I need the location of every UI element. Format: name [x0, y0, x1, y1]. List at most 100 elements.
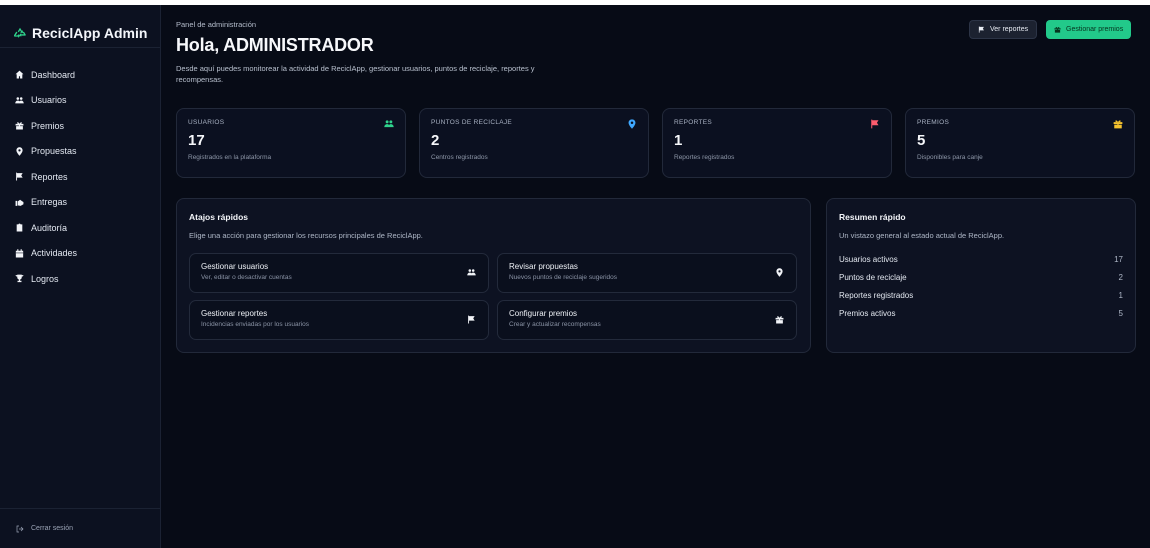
stat-label: USUARIOS	[188, 119, 225, 126]
summary-row: Puntos de reciclaje 2	[839, 268, 1123, 286]
shortcuts-title: Atajos rápidos	[189, 212, 249, 222]
gift-icon	[1054, 26, 1061, 33]
sidebar-item-label: Propuestas	[31, 146, 77, 157]
users-icon	[467, 268, 476, 277]
page-intro: Desde aquí puedes monitorear la activida…	[176, 64, 535, 84]
shortcut-description: Crear y actualizar recompensas	[509, 321, 601, 328]
sidebar-item-propuestas[interactable]: Propuestas	[0, 139, 160, 165]
sidebar-nav: Dashboard Usuarios Premios Propuestas Re…	[0, 48, 160, 292]
shortcut-description: Nuevos puntos de reciclaje sugeridos	[509, 274, 618, 281]
stat-card-premios: PREMIOS 5 Disponibles para canje	[905, 108, 1135, 178]
summary-subtitle: Un vistazo general al estado actual de R…	[839, 231, 1005, 240]
sidebar-item-entregas[interactable]: Entregas	[0, 190, 160, 216]
sidebar: ReciclApp Admin Dashboard Usuarios Premi…	[0, 5, 161, 548]
stat-value: 17	[188, 132, 205, 149]
summary-value: 2	[1118, 272, 1123, 282]
shortcut-title: Revisar propuestas	[509, 262, 578, 271]
map-pin-icon	[14, 147, 24, 156]
flag-icon	[467, 315, 476, 324]
view-reports-label: Ver reportes	[990, 26, 1029, 33]
users-icon	[14, 96, 24, 105]
manage-prizes-button[interactable]: Gestionar premios	[1046, 20, 1132, 39]
gift-icon	[14, 121, 24, 130]
sidebar-item-label: Actividades	[31, 248, 78, 259]
clipboard-icon	[14, 223, 24, 232]
main-content: Panel de administración Hola, ADMINISTRA…	[161, 5, 1150, 548]
stat-card-usuarios: USUARIOS 17 Registrados en la plataforma	[176, 108, 406, 178]
summary-row: Reportes registrados 1	[839, 286, 1123, 304]
stat-label: PREMIOS	[917, 119, 950, 126]
sidebar-item-premios[interactable]: Premios	[0, 113, 160, 139]
calendar-icon	[14, 249, 24, 258]
shortcut-manage-users[interactable]: Gestionar usuarios Ver, editar o desacti…	[189, 253, 489, 293]
summary-label: Reportes registrados	[839, 290, 914, 300]
handshake-icon	[14, 198, 24, 207]
brand[interactable]: ReciclApp Admin	[0, 5, 160, 48]
shortcut-title: Gestionar usuarios	[201, 262, 269, 271]
shortcut-title: Gestionar reportes	[201, 309, 268, 318]
sidebar-item-label: Auditoría	[31, 222, 68, 233]
sidebar-item-label: Reportes	[31, 171, 68, 182]
sidebar-item-actividades[interactable]: Actividades	[0, 241, 160, 267]
brand-name: ReciclApp Admin	[32, 25, 148, 41]
summary-value: 1	[1118, 290, 1123, 300]
summary-label: Premios activos	[839, 308, 896, 318]
logout-label: Cerrar sesión	[31, 525, 74, 532]
recycle-icon	[14, 27, 26, 39]
logout-icon	[16, 525, 24, 532]
sidebar-item-label: Dashboard	[31, 69, 76, 80]
sidebar-item-dashboard[interactable]: Dashboard	[0, 62, 160, 88]
users-icon	[384, 119, 394, 129]
summary-label: Puntos de reciclaje	[839, 272, 907, 282]
sidebar-item-label: Logros	[31, 273, 59, 284]
stat-subtitle: Reportes registrados	[674, 154, 735, 161]
summary-list: Usuarios activos 17 Puntos de reciclaje …	[839, 250, 1123, 322]
page-title: Hola, ADMINISTRADOR	[176, 35, 374, 55]
sidebar-item-reportes[interactable]: Reportes	[0, 164, 160, 190]
shortcut-review-proposals[interactable]: Revisar propuestas Nuevos puntos de reci…	[497, 253, 797, 293]
shortcut-title: Configurar premios	[509, 309, 578, 318]
sidebar-item-auditoria[interactable]: Auditoría	[0, 215, 160, 241]
summary-row: Usuarios activos 17	[839, 250, 1123, 268]
trophy-icon	[14, 274, 24, 283]
flag-icon	[978, 26, 985, 33]
app-frame: ReciclApp Admin Dashboard Usuarios Premi…	[0, 5, 1150, 548]
view-reports-button[interactable]: Ver reportes	[969, 20, 1038, 39]
shortcut-configure-prizes[interactable]: Configurar premios Crear y actualizar re…	[497, 300, 797, 340]
stat-card-puntos-reciclaje: PUNTOS DE RECICLAJE 2 Centros registrado…	[419, 108, 649, 178]
shortcuts-subtitle: Elige una acción para gestionar los recu…	[189, 231, 423, 240]
shortcut-manage-reports[interactable]: Gestionar reportes Incidencias enviadas …	[189, 300, 489, 340]
stat-value: 2	[431, 132, 440, 149]
sidebar-item-usuarios[interactable]: Usuarios	[0, 88, 160, 114]
stat-card-reportes: REPORTES 1 Reportes registrados	[662, 108, 892, 178]
shortcut-description: Incidencias enviadas por los usuarios	[201, 321, 310, 328]
shortcuts-panel: Atajos rápidos Elige una acción para ges…	[176, 198, 811, 353]
stat-label: PUNTOS DE RECICLAJE	[431, 119, 513, 126]
sidebar-item-label: Entregas	[31, 197, 68, 208]
logout-button[interactable]: Cerrar sesión	[0, 508, 160, 548]
summary-title: Resumen rápido	[839, 212, 906, 222]
stat-label: REPORTES	[674, 119, 713, 126]
map-pin-icon	[775, 268, 784, 277]
flag-icon	[14, 172, 24, 181]
gift-icon	[775, 315, 784, 324]
summary-value: 5	[1118, 308, 1123, 318]
sidebar-item-label: Usuarios	[31, 95, 67, 106]
summary-value: 17	[1114, 254, 1123, 264]
sidebar-item-logros[interactable]: Logros	[0, 266, 160, 292]
flag-icon	[870, 119, 880, 129]
summary-row: Premios activos 5	[839, 304, 1123, 322]
summary-panel: Resumen rápido Un vistazo general al est…	[826, 198, 1136, 353]
stat-subtitle: Disponibles para canje	[917, 154, 983, 161]
sidebar-item-label: Premios	[31, 120, 65, 131]
stat-subtitle: Registrados en la plataforma	[188, 154, 272, 161]
map-pin-icon	[627, 119, 637, 129]
gift-icon	[1113, 119, 1123, 129]
summary-label: Usuarios activos	[839, 254, 898, 264]
stat-value: 1	[674, 132, 683, 149]
shortcut-description: Ver, editar o desactivar cuentas	[201, 274, 292, 281]
page-eyebrow: Panel de administración	[176, 20, 257, 29]
stat-subtitle: Centros registrados	[431, 154, 488, 161]
stat-value: 5	[917, 132, 926, 149]
manage-prizes-label: Gestionar premios	[1066, 26, 1124, 33]
